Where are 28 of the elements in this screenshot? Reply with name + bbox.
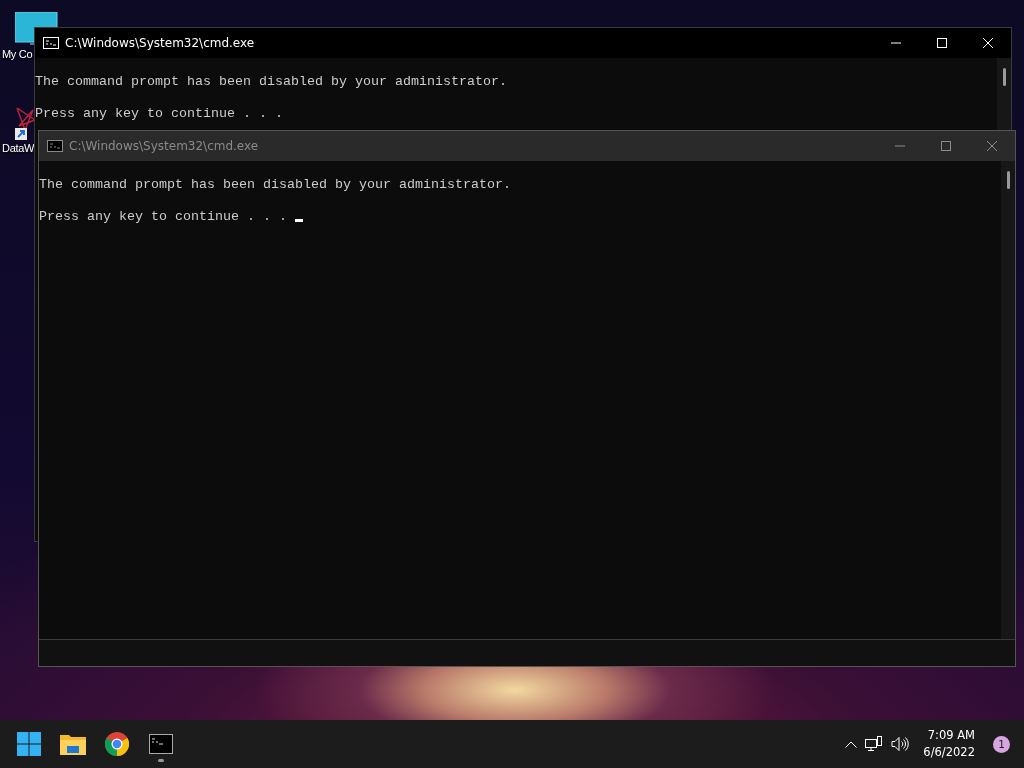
network-icon[interactable]	[865, 736, 884, 752]
console-line: The command prompt has been disabled by your administrator.	[35, 74, 507, 89]
chevron-up-icon[interactable]	[845, 740, 858, 748]
desktop-icon-label: DataW	[2, 142, 35, 154]
close-icon	[987, 141, 997, 151]
console-icon	[149, 734, 173, 754]
clock-date: 6/6/2022	[923, 744, 975, 761]
molecule-shortcut-icon	[15, 108, 35, 140]
clock[interactable]: 7:09 AM 6/6/2022	[923, 727, 975, 761]
speaker-icon[interactable]	[891, 736, 910, 752]
scrollbar-thumb[interactable]	[1002, 68, 1006, 86]
window-title: C:\Windows\System32\cmd.exe	[65, 36, 256, 50]
scrollbar-thumb[interactable]	[1006, 171, 1010, 189]
browser-icon	[105, 732, 129, 756]
desktop-icon-label: My Co	[2, 48, 33, 60]
console-line: The command prompt has been disabled by your administrator.	[39, 177, 511, 192]
window-title: C:\Windows\System32\cmd.exe	[69, 139, 260, 153]
folder-icon	[60, 733, 86, 755]
console-app-icon	[47, 140, 63, 152]
console-line: Press any key to continue . . .	[35, 106, 283, 121]
maximize-icon	[937, 38, 947, 48]
console-line: Press any key to continue . . .	[39, 209, 287, 224]
clock-time: 7:09 AM	[927, 727, 975, 744]
maximize-icon	[941, 141, 951, 151]
start-icon	[17, 732, 41, 756]
close-icon	[983, 38, 993, 48]
console-app-icon	[43, 37, 59, 49]
notification-badge[interactable]: 1	[993, 735, 1010, 753]
